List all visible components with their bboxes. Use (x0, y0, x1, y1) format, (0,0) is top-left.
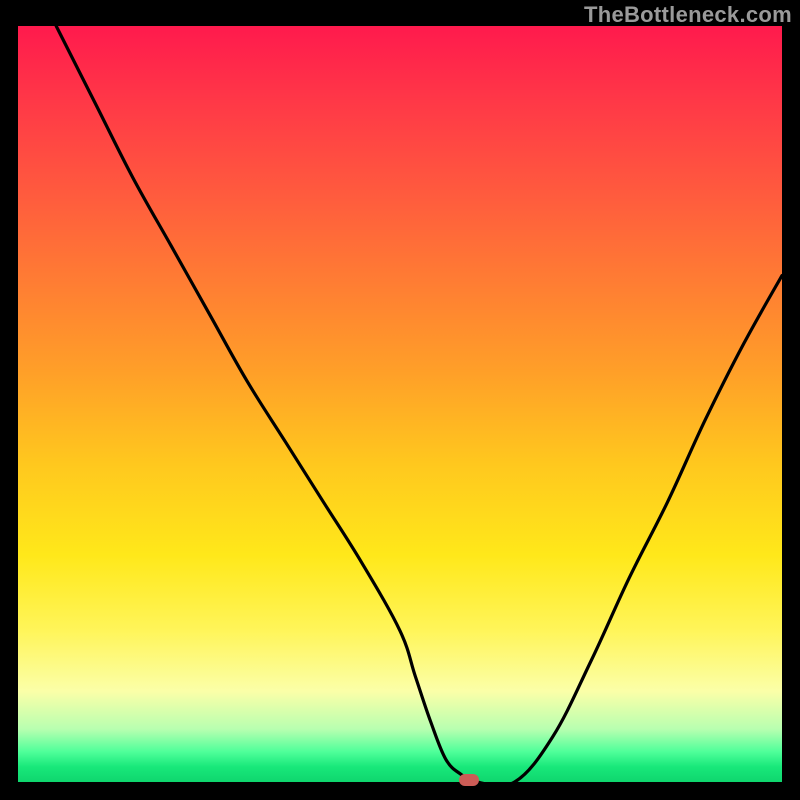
chart-frame: TheBottleneck.com (0, 0, 800, 800)
bottleneck-curve (18, 26, 782, 782)
optimal-marker (459, 774, 479, 786)
chart-plot-area (18, 26, 782, 782)
curve-path (56, 26, 782, 782)
watermark-text: TheBottleneck.com (584, 2, 792, 28)
